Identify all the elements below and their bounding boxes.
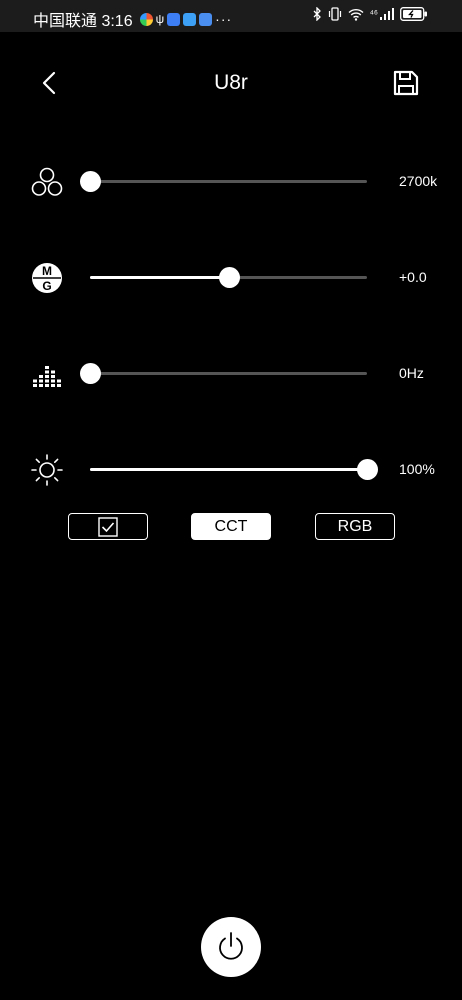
bluetooth-icon — [313, 7, 321, 21]
save-icon[interactable] — [392, 69, 420, 97]
signal-icon — [380, 8, 394, 20]
effect-slider-row: 0Hz — [0, 349, 462, 397]
blue-app-icon — [167, 12, 181, 26]
wifi-icon — [348, 8, 364, 21]
usb-icon: ψ — [155, 12, 165, 26]
tint-slider-thumb[interactable] — [218, 267, 240, 288]
tint-slider-row: M G +0.0 — [0, 253, 462, 301]
three-circles-icon — [31, 167, 63, 196]
status-right: ⁴⁶ — [313, 7, 428, 21]
checkbox-icon — [98, 516, 118, 537]
power-icon — [219, 932, 243, 960]
network-type: ⁴⁶ — [369, 8, 378, 20]
rgb-mode-button[interactable]: RGB — [315, 513, 395, 540]
cct-value: 2700k — [399, 173, 438, 189]
colorful-app-icon — [139, 12, 153, 26]
brightness-slider-fill — [90, 468, 367, 471]
brightness-slider[interactable] — [90, 459, 378, 480]
brightness-slider-thumb[interactable] — [357, 459, 378, 480]
cct-slider-thumb[interactable] — [80, 171, 101, 192]
notification-icons: ψ ··· — [139, 11, 233, 27]
cct-mode-button[interactable]: CCT — [191, 513, 271, 540]
tint-slider[interactable] — [90, 267, 367, 288]
more-notifications-icon: ··· — [215, 11, 233, 27]
header-bar: U8r — [0, 55, 462, 111]
tint-slider-fill — [90, 276, 229, 279]
sun-icon — [31, 454, 63, 486]
tint-value: +0.0 — [399, 269, 427, 285]
effect-slider[interactable] — [80, 363, 367, 384]
carrier-time: 中国联通 3:16 — [33, 13, 133, 30]
cct-slider[interactable] — [80, 171, 367, 192]
svg-text:M: M — [42, 264, 52, 278]
vibrate-icon — [328, 7, 341, 21]
cloud-app-icon — [199, 12, 213, 26]
frequency-bars-icon — [33, 366, 61, 387]
effect-slider-thumb[interactable] — [80, 363, 101, 384]
svg-text:G: G — [42, 279, 51, 293]
status-bar: 中国联通 3:16 ψ ··· ⁴⁶ — [0, 0, 462, 32]
mg-tint-icon: M G — [32, 263, 62, 293]
checkbox-mode-button[interactable] — [68, 513, 148, 540]
status-left: 中国联通 3:16 ψ ··· — [33, 7, 232, 31]
cct-slider-row: 2700k — [0, 157, 462, 205]
brightness-slider-row: 100% — [0, 445, 462, 493]
effect-value: 0Hz — [399, 365, 424, 381]
brightness-value: 100% — [399, 461, 435, 477]
bulb-app-icon — [183, 12, 197, 26]
power-button[interactable] — [201, 917, 261, 977]
battery-charging-icon — [400, 7, 427, 21]
mode-selector: CCT RGB — [0, 513, 462, 541]
